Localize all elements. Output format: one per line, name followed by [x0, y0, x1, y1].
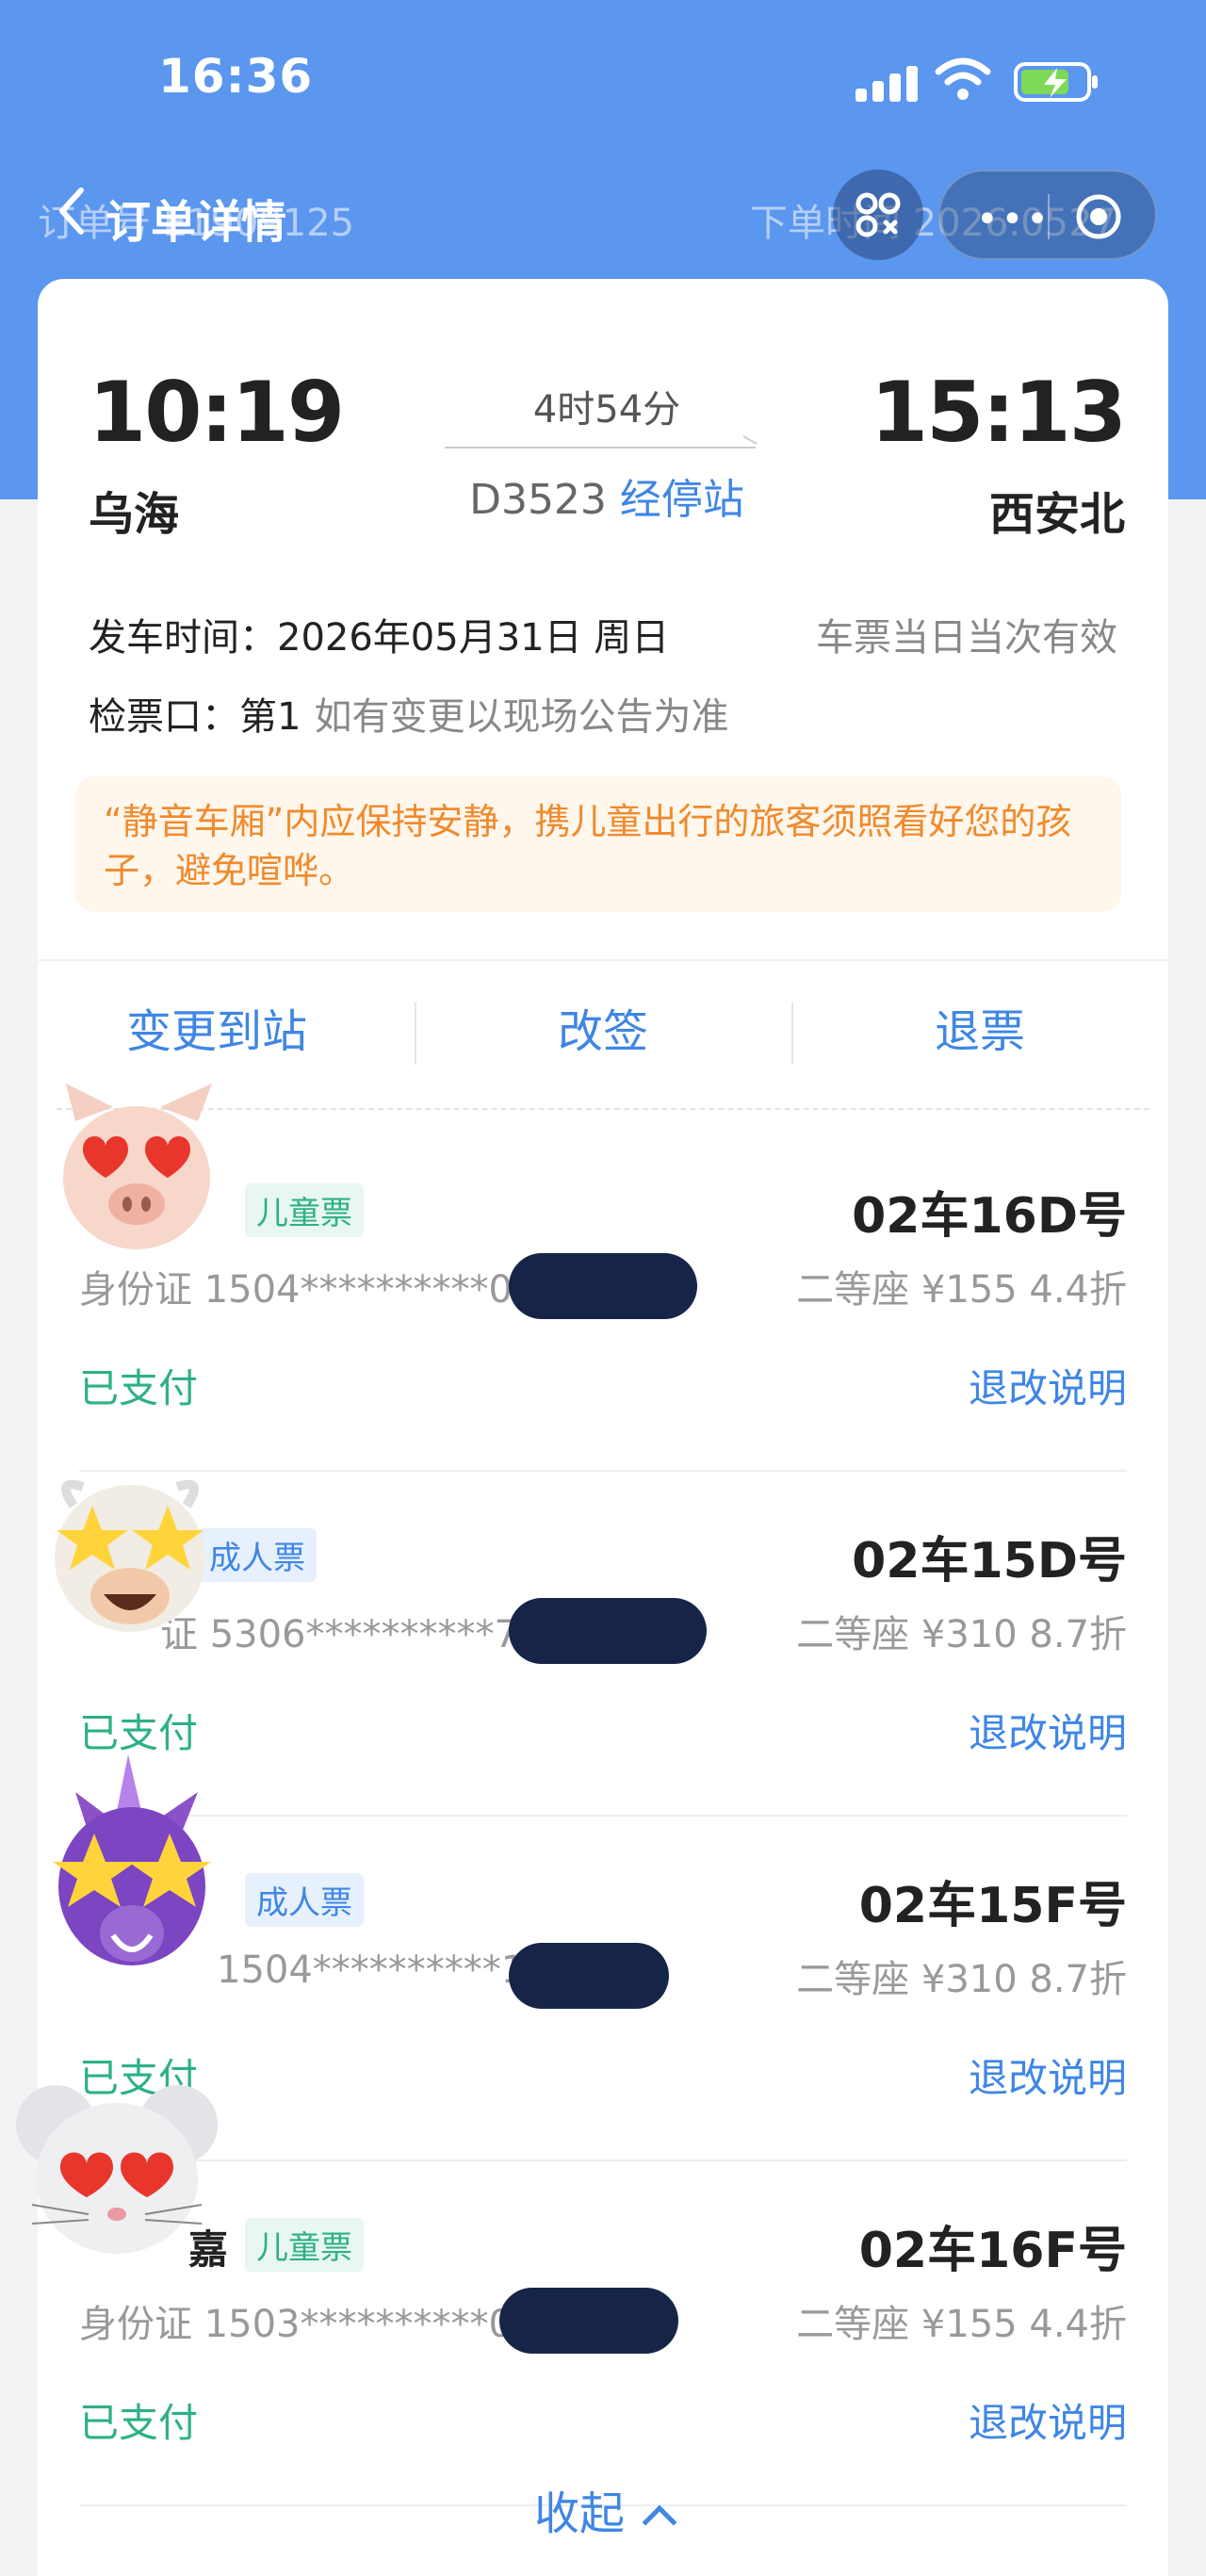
collapse-label: 收起	[533, 2487, 625, 2540]
scan-icon	[856, 192, 901, 237]
trip-times: 10:19 乌海 4时54分 D3523 经停站 15:13 西安北	[89, 364, 1127, 552]
action-divider	[415, 1003, 416, 1065]
trip-duration: 4时54分	[532, 388, 681, 432]
payment-status: 已支付	[79, 1365, 199, 1411]
seat-class-price: 二等座 ¥155 4.4折	[796, 2303, 1127, 2346]
target-icon[interactable]	[1074, 192, 1123, 241]
signal-icon	[856, 64, 918, 102]
dashed-divider	[57, 1108, 1149, 1110]
payment-status: 已支付	[79, 1710, 199, 1756]
wifi-icon	[935, 57, 991, 100]
departure-date: 发车时间：2026年05月31日 周日	[89, 616, 670, 660]
redaction-scribble	[509, 1598, 707, 1664]
train-info: D3523 经停站	[399, 465, 814, 526]
gate-info: 检票口：第1 如有变更以现场公告为准	[89, 686, 728, 741]
nav-bar: 订单号 E1909125 下单时间 2026.0527 订单详情 •••	[0, 170, 1206, 273]
pig-avatar-sticker	[63, 1084, 212, 1249]
status-time: 16:36	[158, 49, 314, 104]
battery-charging-icon	[1014, 62, 1098, 102]
seat-number: 02车16F号	[858, 2223, 1127, 2279]
chevron-up-icon	[642, 2504, 677, 2540]
refund-rules-link[interactable]: 退改说明	[969, 1702, 1127, 1759]
unicorn-avatar-sticker	[53, 1754, 211, 1965]
ticket-type-badge: 儿童票	[245, 2218, 364, 2272]
redaction-scribble	[509, 1943, 669, 2009]
action-divider	[791, 1003, 793, 1065]
cow-avatar-sticker	[55, 1479, 205, 1632]
seat-number: 02车15D号	[852, 1533, 1127, 1590]
page-title: 订单详情	[106, 196, 287, 249]
collapse-button[interactable]: 收起	[38, 2476, 1168, 2542]
id-number: 身份证 1504**********019	[79, 1268, 561, 1312]
arrival-time: 15:13	[870, 364, 1127, 461]
redaction-scribble	[509, 1253, 697, 1319]
notice-text: “静音车厢”内应保持安静，携儿童出行的旅客须照看好您的孩子，避免喧哗。	[104, 801, 1072, 891]
duration-arrow-head	[742, 435, 758, 445]
scan-button[interactable]	[833, 170, 923, 260]
gate-note: 如有变更以现场公告为准	[314, 695, 729, 739]
seat-class-price: 二等座 ¥310 8.7折	[796, 1958, 1127, 2001]
refund-rules-link[interactable]: 退改说明	[969, 2391, 1127, 2449]
departure-station: 乌海	[89, 488, 180, 541]
ticket-validity: 车票当日当次有效	[816, 616, 1117, 660]
departure-time: 10:19	[89, 364, 345, 461]
train-number: D3523	[469, 476, 607, 524]
seat-number: 02车15F号	[858, 1878, 1127, 1934]
change-station-button[interactable]: 变更到站	[38, 961, 396, 1102]
quiet-car-notice: “静音车厢”内应保持安静，携儿童出行的旅客须照看好您的孩子，避免喧哗。	[75, 776, 1121, 912]
ticket-type-badge: 儿童票	[245, 1183, 364, 1237]
gate-label: 检票口：第1	[89, 695, 302, 739]
payment-status: 已支付	[79, 2400, 199, 2446]
seat-number: 02车16D号	[852, 1188, 1127, 1245]
ticket-type-badge: 成人票	[245, 1873, 364, 1927]
refund-button[interactable]: 退票	[801, 961, 1159, 1102]
arrival-station: 西安北	[988, 488, 1125, 541]
capsule-divider	[1048, 194, 1050, 239]
refund-rules-link[interactable]: 退改说明	[969, 1357, 1127, 1414]
seat-class-price: 二等座 ¥155 4.4折	[796, 1268, 1127, 1312]
back-icon[interactable]	[53, 183, 90, 239]
seat-class-price: 二等座 ¥310 8.7折	[796, 1613, 1127, 1656]
refund-rules-link[interactable]: 退改说明	[969, 2046, 1127, 2104]
ticket-type-badge: 成人票	[198, 1528, 317, 1582]
id-number: 证 5306**********780	[160, 1613, 566, 1656]
duration-arrow-line	[445, 447, 756, 448]
reschedule-button[interactable]: 改签	[424, 961, 782, 1102]
more-icon[interactable]: •••	[976, 198, 1051, 241]
mini-program-capsule[interactable]: •••	[938, 170, 1157, 260]
stops-link[interactable]: 经停站	[620, 476, 744, 524]
action-row: 变更到站 改签 退票	[38, 959, 1168, 1101]
redaction-scribble	[499, 2288, 678, 2354]
status-bar: 16:36	[0, 0, 1206, 160]
id-number: 身份证 1503**********019	[79, 2303, 561, 2346]
mouse-avatar-sticker	[16, 2085, 218, 2254]
